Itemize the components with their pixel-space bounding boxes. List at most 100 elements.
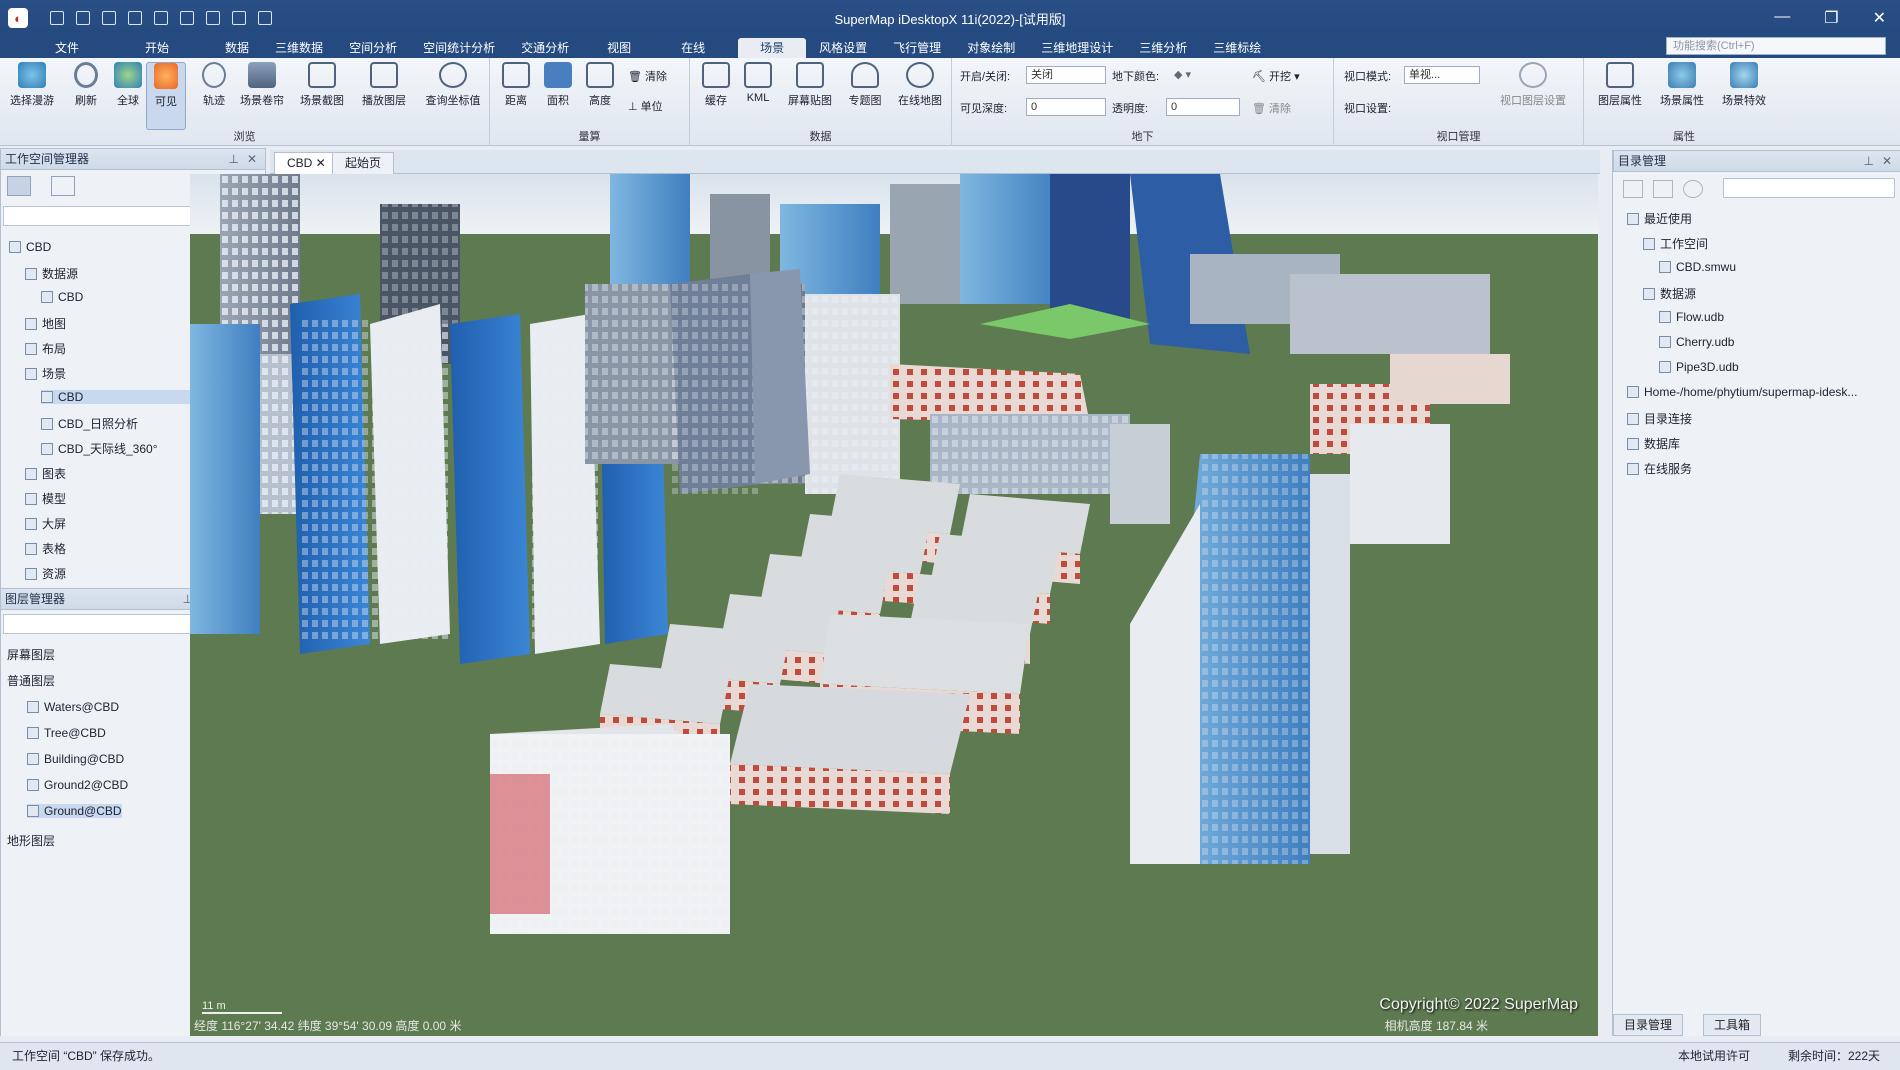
- height-button[interactable]: 高度: [578, 62, 622, 108]
- online-map-button[interactable]: 在线地图: [890, 62, 950, 108]
- unit-button[interactable]: ⊥ 单位: [628, 98, 663, 114]
- tab-catalog[interactable]: 目录管理: [1613, 1014, 1684, 1036]
- layer-item[interactable]: Tree@CBD: [27, 726, 106, 740]
- pin-icon[interactable]: ⊥: [229, 149, 239, 169]
- catalog-tree-item[interactable]: Home-/home/phytium/supermap-idesk...: [1627, 385, 1857, 399]
- workspace-tree-item[interactable]: 数据源: [25, 265, 78, 282]
- tab-spatial-analysis[interactable]: 空间分析: [336, 38, 410, 58]
- save-as-icon[interactable]: [76, 11, 90, 25]
- workspace-tree-item[interactable]: 模型: [25, 490, 66, 507]
- scene-effects-button[interactable]: 场景特效: [1714, 62, 1774, 108]
- full-extent-icon[interactable]: [232, 11, 246, 25]
- distance-button[interactable]: 距离: [494, 62, 538, 108]
- save-icon[interactable]: [50, 11, 64, 25]
- tab-object-draw[interactable]: 对象绘制: [954, 38, 1028, 58]
- function-search-input[interactable]: 功能搜索(Ctrl+F): [1666, 37, 1886, 55]
- delete-icon[interactable]: [1653, 180, 1673, 198]
- thematic-map-button[interactable]: 专题图: [840, 62, 890, 108]
- workspace-tree-item[interactable]: CBD_日照分析: [41, 415, 138, 432]
- workspace-toolbar-icon[interactable]: [7, 176, 31, 196]
- tab-scene[interactable]: 场景: [738, 38, 807, 58]
- tab-start[interactable]: 开始: [132, 38, 182, 58]
- viewport-layer-settings-button[interactable]: 视口图层设置: [1488, 62, 1578, 108]
- zoom-out-icon[interactable]: [206, 11, 220, 25]
- workspace-tree-item[interactable]: 场景: [25, 365, 66, 382]
- workspace-tree-item[interactable]: 地图: [25, 315, 66, 332]
- catalog-tree-item[interactable]: 最近使用: [1627, 210, 1692, 227]
- datasource-toolbar-icon[interactable]: [51, 176, 75, 196]
- tab-spatial-statistics[interactable]: 空间统计分析: [410, 38, 508, 58]
- scene-swipe-button[interactable]: 场景卷帘: [236, 62, 288, 108]
- close-icon[interactable]: ✕: [1882, 151, 1892, 171]
- screen-overlay-button[interactable]: 屏幕贴图: [780, 62, 840, 108]
- restore-button[interactable]: ❐: [1824, 8, 1838, 28]
- tab-flight[interactable]: 飞行管理: [880, 38, 954, 58]
- catalog-tree-item[interactable]: 目录连接: [1627, 410, 1692, 427]
- workspace-tree-item[interactable]: 布局: [25, 340, 66, 357]
- group-normal-layers[interactable]: 普通图层: [7, 672, 55, 689]
- catalog-tree-item[interactable]: CBD.smwu: [1659, 260, 1736, 274]
- select-roam-button[interactable]: 选择漫游: [6, 62, 58, 108]
- dig-button[interactable]: ⛏ 开挖 ▾: [1252, 68, 1300, 84]
- save-all-icon[interactable]: [102, 11, 116, 25]
- layer-properties-button[interactable]: 图层属性: [1590, 62, 1650, 108]
- layer-item[interactable]: Building@CBD: [27, 752, 124, 766]
- catalog-tree-item[interactable]: Cherry.udb: [1659, 335, 1734, 349]
- refresh-icon[interactable]: [1683, 180, 1703, 198]
- workspace-tree-item[interactable]: 表格: [25, 540, 66, 557]
- transparency-input[interactable]: 0: [1166, 98, 1240, 116]
- open-folder-icon[interactable]: [258, 11, 272, 25]
- layer-item[interactable]: Ground@CBD: [27, 804, 122, 818]
- close-icon[interactable]: ✕: [247, 149, 257, 169]
- tab-3d-analysis[interactable]: 三维分析: [1126, 38, 1200, 58]
- doc-tab-cbd[interactable]: CBD ✕: [274, 152, 339, 174]
- workspace-tree-item[interactable]: CBD_天际线_360°: [41, 440, 158, 457]
- tab-data[interactable]: 数据: [212, 38, 262, 58]
- play-layer-button[interactable]: 播放图层: [358, 62, 410, 108]
- area-button[interactable]: 面积: [536, 62, 580, 108]
- track-button[interactable]: 轨迹: [188, 62, 240, 108]
- pin-icon[interactable]: ⊥: [1864, 151, 1874, 171]
- color-picker-dropdown[interactable]: ◆ ▾: [1174, 68, 1191, 81]
- tab-file[interactable]: 文件: [42, 38, 92, 58]
- catalog-tree-item[interactable]: 在线服务: [1627, 460, 1692, 477]
- layer-filter-input[interactable]: [3, 614, 217, 634]
- viewport-mode-select[interactable]: 单视...: [1404, 66, 1480, 84]
- tab-toolbox[interactable]: 工具箱: [1703, 1014, 1762, 1036]
- catalog-search-input[interactable]: [1723, 178, 1895, 198]
- tab-online[interactable]: 在线: [668, 38, 718, 58]
- zoom-in-icon[interactable]: [180, 11, 194, 25]
- catalog-tree-item[interactable]: 工作空间: [1643, 235, 1708, 252]
- visible-depth-input[interactable]: 0: [1026, 98, 1106, 116]
- group-screen-layers[interactable]: 屏幕图层: [7, 646, 55, 663]
- new-folder-icon[interactable]: [1623, 180, 1643, 198]
- close-button[interactable]: ✕: [1873, 8, 1886, 28]
- workspace-tree-item[interactable]: 图表: [25, 465, 66, 482]
- kml-button[interactable]: KML: [736, 62, 780, 104]
- scene-viewport[interactable]: 11 m Copyright© 2022 SuperMap 经度 116°27'…: [190, 174, 1598, 1036]
- underground-toggle-select[interactable]: 关闭: [1026, 66, 1106, 84]
- tab-style[interactable]: 风格设置: [806, 38, 880, 58]
- layer-item[interactable]: Ground2@CBD: [27, 778, 128, 792]
- scene-properties-button[interactable]: 场景属性: [1652, 62, 1712, 108]
- select-icon[interactable]: [128, 11, 142, 25]
- workspace-tree-item[interactable]: CBD: [9, 240, 51, 254]
- catalog-tree-item[interactable]: Flow.udb: [1659, 310, 1724, 324]
- clear-measure-button[interactable]: 🗑 清除: [628, 68, 667, 84]
- workspace-tree-item[interactable]: CBD: [41, 290, 83, 304]
- tab-3d-plotting[interactable]: 三维标绘: [1200, 38, 1274, 58]
- doc-tab-start-page[interactable]: 起始页: [332, 152, 395, 174]
- catalog-tree-item[interactable]: Pipe3D.udb: [1659, 360, 1739, 374]
- query-coordinate-button[interactable]: 查询坐标值: [420, 62, 486, 108]
- cache-button[interactable]: 缓存: [694, 62, 738, 108]
- layer-item[interactable]: Waters@CBD: [27, 700, 119, 714]
- minimize-button[interactable]: —: [1774, 8, 1790, 28]
- clear-dig-button[interactable]: 🗑 清除: [1252, 100, 1291, 116]
- tab-3d-geodesign[interactable]: 三维地理设计: [1028, 38, 1126, 58]
- catalog-tree-item[interactable]: 数据库: [1627, 435, 1680, 452]
- visible-button[interactable]: 可见: [146, 62, 186, 130]
- workspace-tree-item[interactable]: 资源: [25, 565, 66, 582]
- pan-icon[interactable]: [154, 11, 168, 25]
- tab-traffic-analysis[interactable]: 交通分析: [508, 38, 582, 58]
- workspace-tree-item[interactable]: 大屏: [25, 515, 66, 532]
